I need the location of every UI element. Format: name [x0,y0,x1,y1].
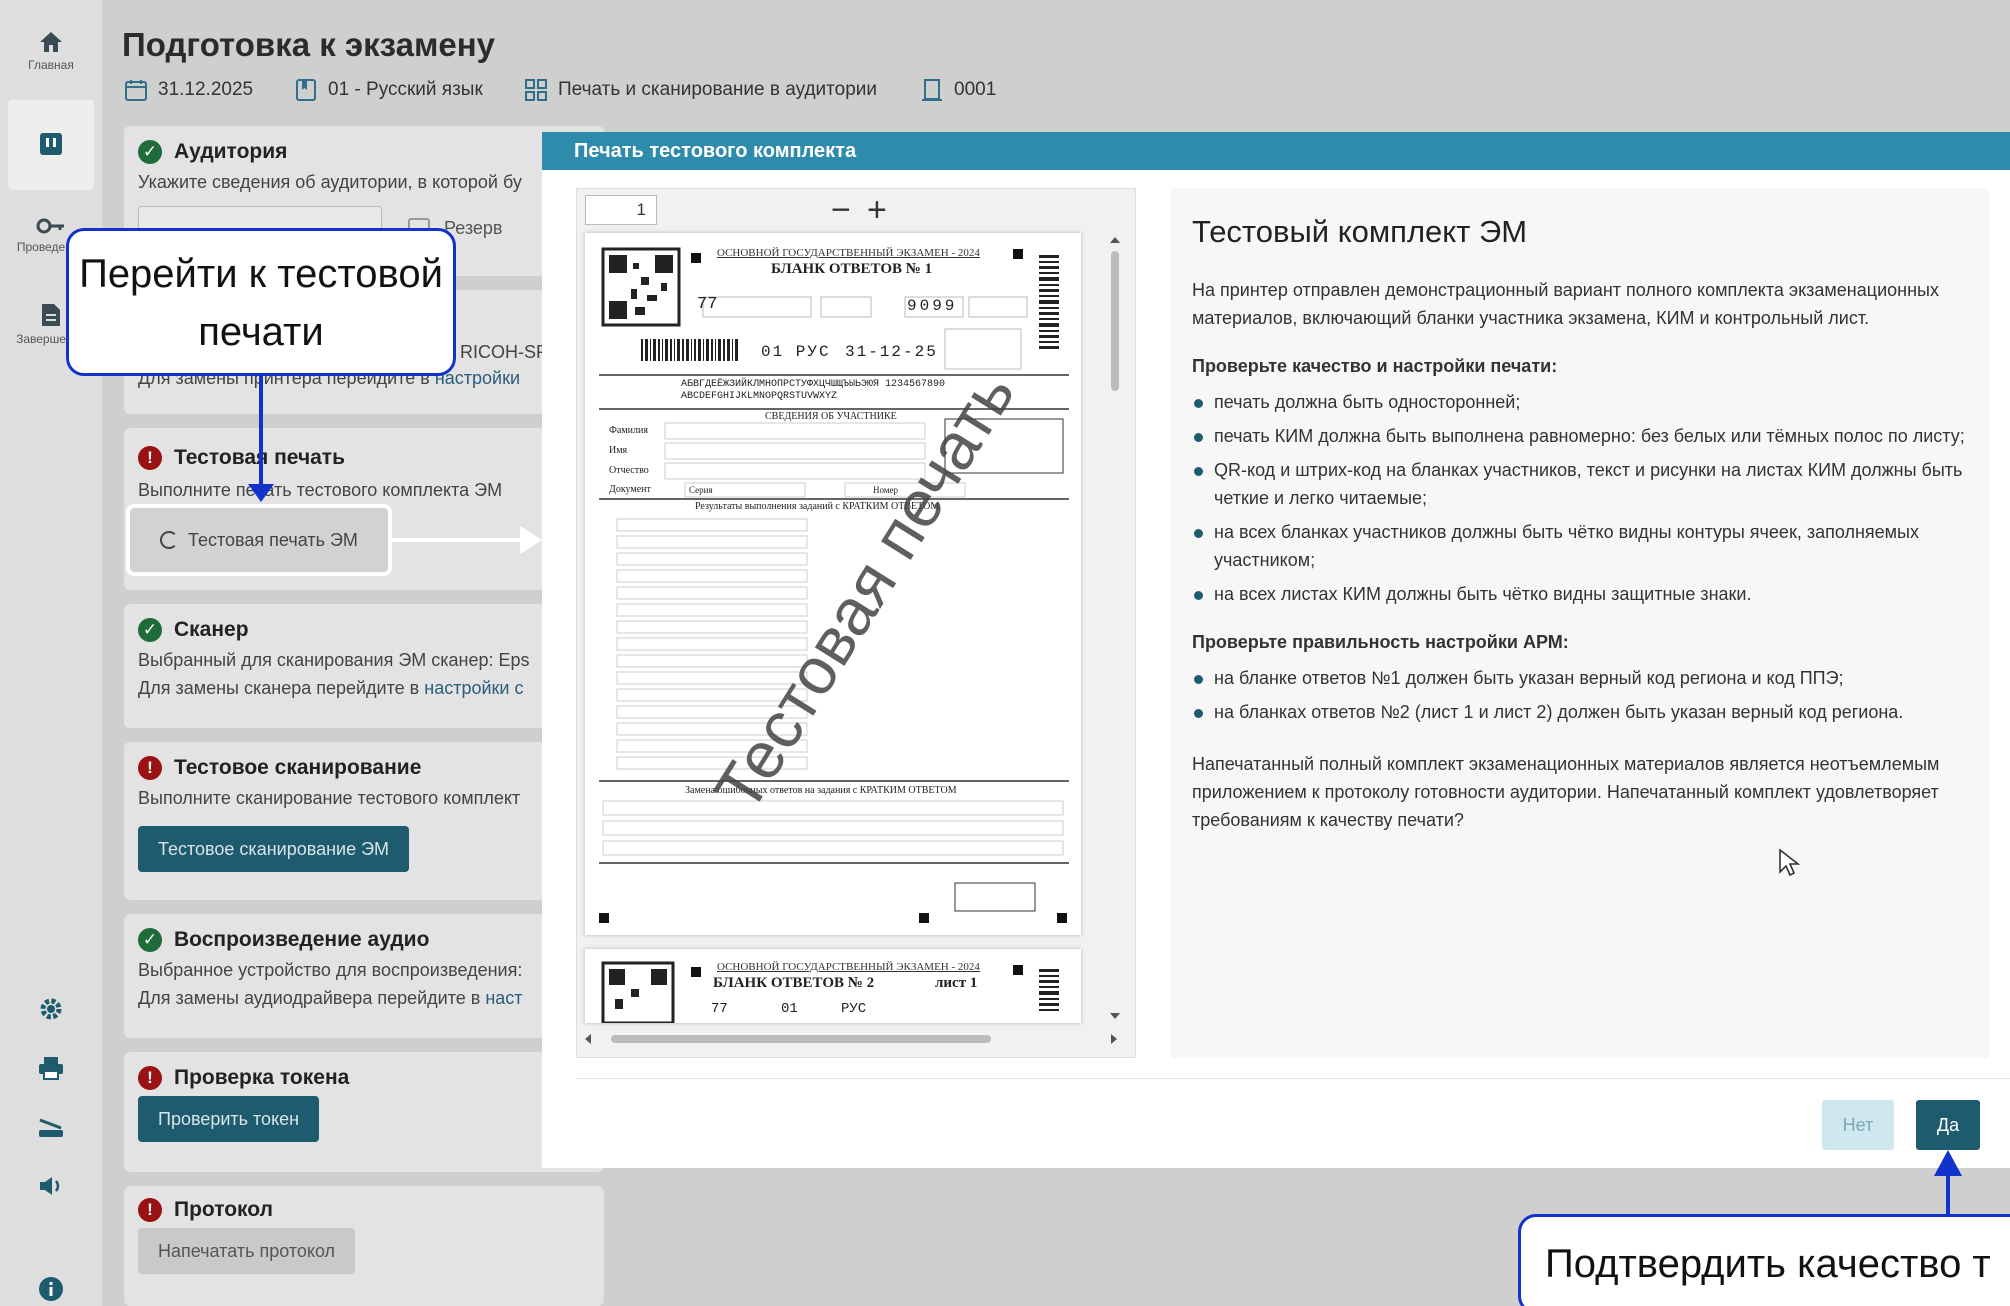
callout-go-to-test-print: Перейти к тестовой печати [66,228,456,376]
annotation-arrows [248,376,1962,1216]
callout-confirm-quality: Подтвердить качество т [1518,1214,2010,1306]
